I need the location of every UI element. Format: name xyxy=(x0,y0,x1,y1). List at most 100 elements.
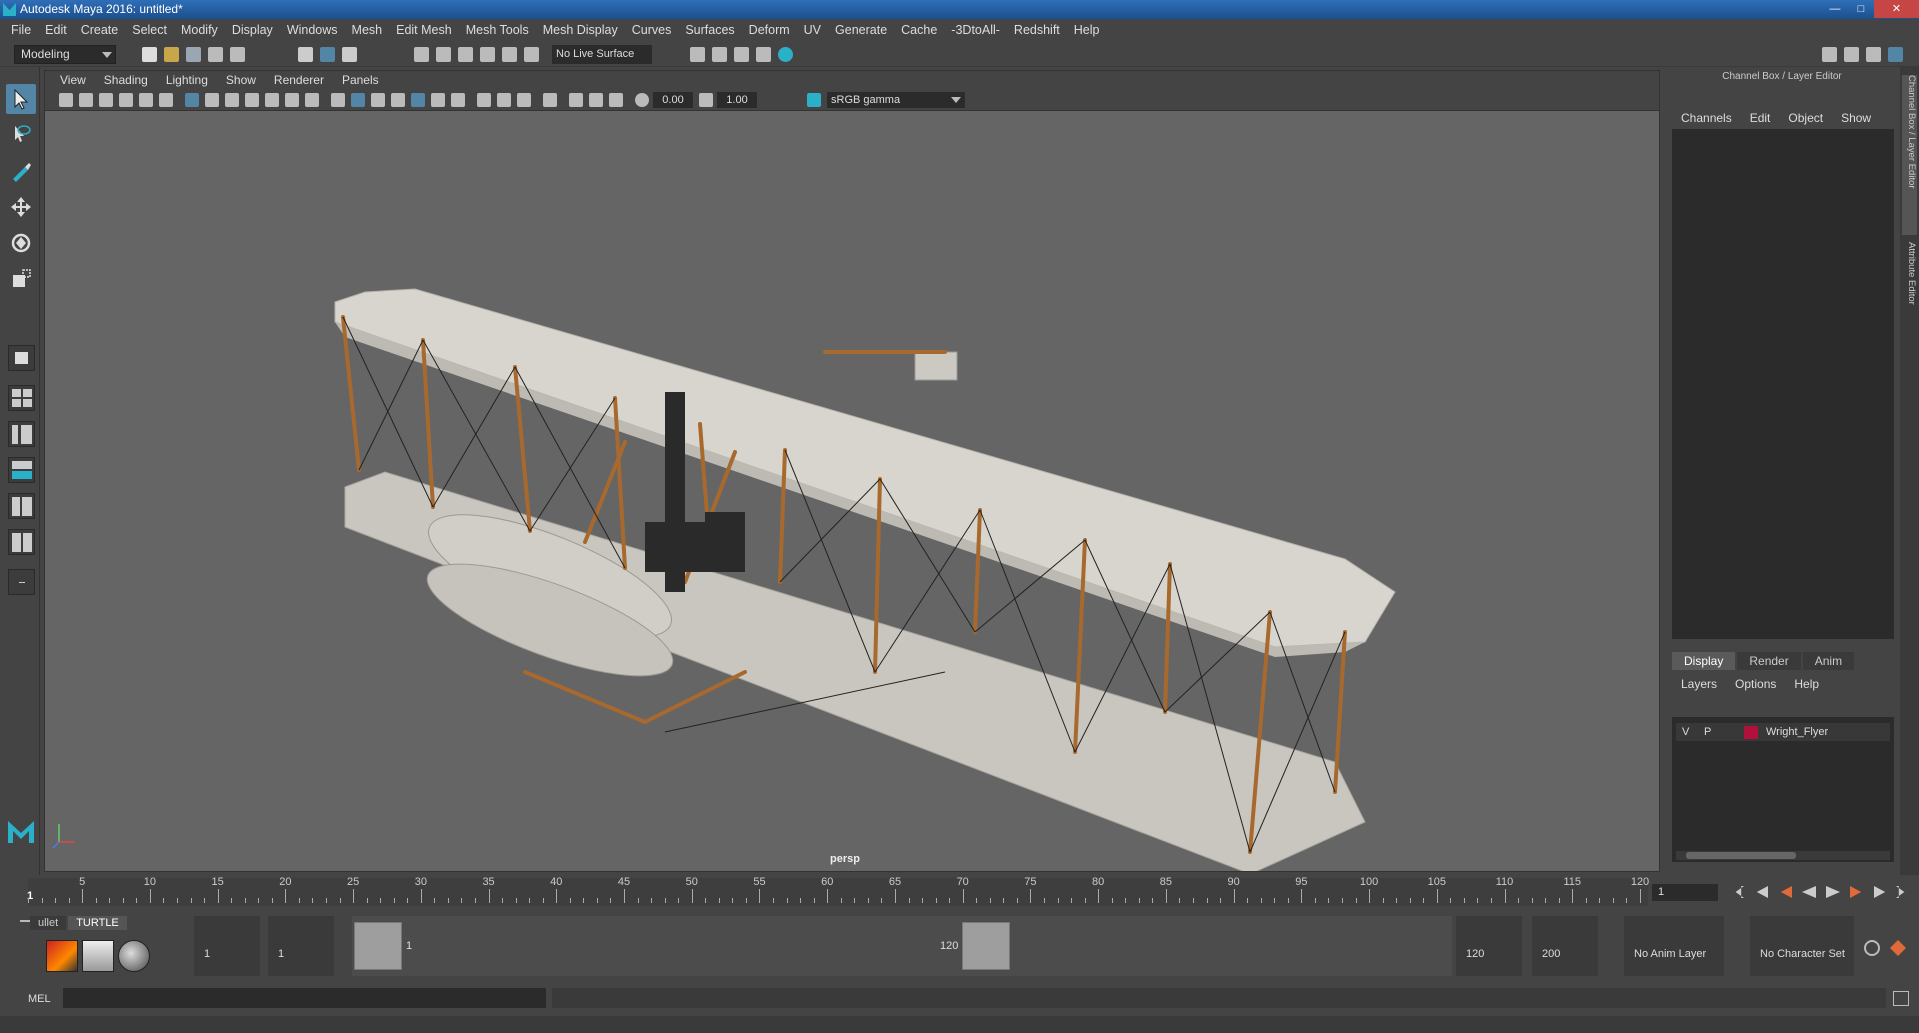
channel-box-body[interactable] xyxy=(1672,129,1894,639)
menu-generate[interactable]: Generate xyxy=(828,23,894,37)
safe-title-icon[interactable] xyxy=(305,93,319,107)
tab-render[interactable]: Render xyxy=(1737,652,1801,670)
layer-menu-options[interactable]: Options xyxy=(1726,677,1785,691)
select-hierarchy-icon[interactable] xyxy=(298,47,313,62)
image-plane-icon[interactable] xyxy=(119,93,133,107)
gate-mask-icon[interactable] xyxy=(245,93,259,107)
select-tool-icon[interactable] xyxy=(6,84,36,114)
view-transform-select[interactable]: sRGB gamma xyxy=(827,92,965,108)
viewport-scene[interactable] xyxy=(45,112,1659,871)
menu-windows[interactable]: Windows xyxy=(280,23,345,37)
camera-attributes-icon[interactable] xyxy=(79,93,93,107)
xray-icon[interactable] xyxy=(569,93,583,107)
character-set-select[interactable]: No Character Set xyxy=(1750,916,1854,976)
command-language-label[interactable]: MEL xyxy=(28,993,51,1005)
maximize-button[interactable]: □ xyxy=(1848,0,1874,18)
layer-menu-layers[interactable]: Layers xyxy=(1672,677,1726,691)
menu-redshift[interactable]: Redshift xyxy=(1007,23,1067,37)
layer-name[interactable]: Wright_Flyer xyxy=(1766,723,1828,741)
render-view-icon[interactable] xyxy=(690,47,705,62)
anti-aliasing-icon[interactable] xyxy=(517,93,531,107)
bookmark-icon[interactable] xyxy=(99,93,113,107)
go-to-start-icon[interactable] xyxy=(1735,886,1744,898)
shelf-tab-turtle[interactable]: TURTLE xyxy=(68,916,127,930)
render-settings-icon[interactable] xyxy=(756,47,771,62)
textured-icon[interactable] xyxy=(411,93,425,107)
channel-box-menu-show[interactable]: Show xyxy=(1832,111,1880,125)
panel-menu-panels[interactable]: Panels xyxy=(333,73,388,87)
channel-box-menu-edit[interactable]: Edit xyxy=(1741,111,1780,125)
xray-joints-icon[interactable] xyxy=(609,93,623,107)
live-surface-field[interactable]: No Live Surface xyxy=(552,45,652,64)
panel-menu-shading[interactable]: Shading xyxy=(95,73,157,87)
xray-active-components-icon[interactable] xyxy=(589,93,603,107)
scale-tool-icon[interactable] xyxy=(6,264,36,294)
side-tab-attribute-editor[interactable]: Attribute Editor xyxy=(1902,242,1917,332)
rotate-tool-icon[interactable] xyxy=(6,228,36,258)
panel-menu-view[interactable]: View xyxy=(51,73,95,87)
menu-modify[interactable]: Modify xyxy=(174,23,225,37)
layer-color-swatch[interactable] xyxy=(1744,726,1758,739)
snap-live-icon[interactable] xyxy=(502,47,517,62)
current-frame-field[interactable]: 1 xyxy=(1652,884,1718,901)
menu-create[interactable]: Create xyxy=(74,23,126,37)
anim-layer-select[interactable]: No Anim Layer xyxy=(1624,916,1724,976)
shadows-icon[interactable] xyxy=(451,93,465,107)
paint-select-tool-icon[interactable] xyxy=(6,156,36,186)
wireframe-on-shaded-icon[interactable] xyxy=(391,93,405,107)
redo-icon[interactable] xyxy=(230,47,245,62)
open-scene-icon[interactable] xyxy=(164,47,179,62)
playback-end-field[interactable]: 120 xyxy=(1456,916,1522,976)
lasso-tool-icon[interactable] xyxy=(6,120,36,150)
turtle-bake-icon[interactable] xyxy=(82,940,114,972)
use-all-lights-icon[interactable] xyxy=(431,93,445,107)
auto-key-icon[interactable] xyxy=(1864,940,1880,956)
menu-select[interactable]: Select xyxy=(125,23,174,37)
move-tool-icon[interactable] xyxy=(6,192,36,222)
save-scene-icon[interactable] xyxy=(186,47,201,62)
step-back-frame-icon[interactable] xyxy=(1780,886,1792,898)
new-scene-icon[interactable] xyxy=(142,47,157,62)
2d-pan-zoom-icon[interactable] xyxy=(139,93,153,107)
animation-preferences-icon[interactable] xyxy=(1890,940,1906,956)
menu-curves[interactable]: Curves xyxy=(625,23,679,37)
snap-point-icon[interactable] xyxy=(458,47,473,62)
safe-action-icon[interactable] xyxy=(285,93,299,107)
toolbox-collapse-icon[interactable] xyxy=(8,569,35,595)
menu-3dtoall[interactable]: -3DtoAll- xyxy=(944,23,1007,37)
menu-file[interactable]: File xyxy=(4,23,38,37)
hypershade-layout-icon[interactable] xyxy=(8,493,35,519)
persp-outliner-layout-icon[interactable] xyxy=(8,421,35,447)
menu-edit[interactable]: Edit xyxy=(38,23,74,37)
undo-icon[interactable] xyxy=(208,47,223,62)
layer-row[interactable]: V P Wright_Flyer xyxy=(1676,723,1890,741)
four-view-layout-icon[interactable] xyxy=(8,385,35,411)
single-perspective-view-icon[interactable] xyxy=(8,345,35,371)
play-forward-icon[interactable] xyxy=(1826,886,1840,898)
go-to-end-icon[interactable] xyxy=(1896,886,1905,898)
default-material-icon[interactable] xyxy=(371,93,385,107)
range-start-handle[interactable] xyxy=(354,922,402,970)
menu-cache[interactable]: Cache xyxy=(894,23,944,37)
color-management-icon[interactable] xyxy=(807,93,821,107)
menu-set-select[interactable]: Modeling xyxy=(14,45,116,64)
smooth-shade-icon[interactable] xyxy=(351,93,365,107)
snap-grid-icon[interactable] xyxy=(414,47,429,62)
command-input[interactable] xyxy=(63,988,546,1008)
snap-curve-icon[interactable] xyxy=(436,47,451,62)
layer-playback-toggle[interactable]: P xyxy=(1704,723,1711,741)
tab-display[interactable]: Display xyxy=(1672,652,1736,670)
menu-display[interactable]: Display xyxy=(225,23,280,37)
menu-uv[interactable]: UV xyxy=(797,23,828,37)
exposure-icon[interactable] xyxy=(635,93,649,107)
turtle-render-icon[interactable] xyxy=(46,940,78,972)
step-forward-key-icon[interactable] xyxy=(1874,886,1886,898)
script-editor-icon[interactable] xyxy=(1893,991,1909,1006)
minimize-button[interactable]: — xyxy=(1822,0,1848,18)
resolution-gate-icon[interactable] xyxy=(225,93,239,107)
close-button[interactable]: ✕ xyxy=(1874,0,1919,18)
panel-menu-show[interactable]: Show xyxy=(217,73,265,87)
magnet-icon[interactable] xyxy=(524,47,539,62)
range-end-handle[interactable] xyxy=(962,922,1010,970)
menu-edit-mesh[interactable]: Edit Mesh xyxy=(389,23,459,37)
